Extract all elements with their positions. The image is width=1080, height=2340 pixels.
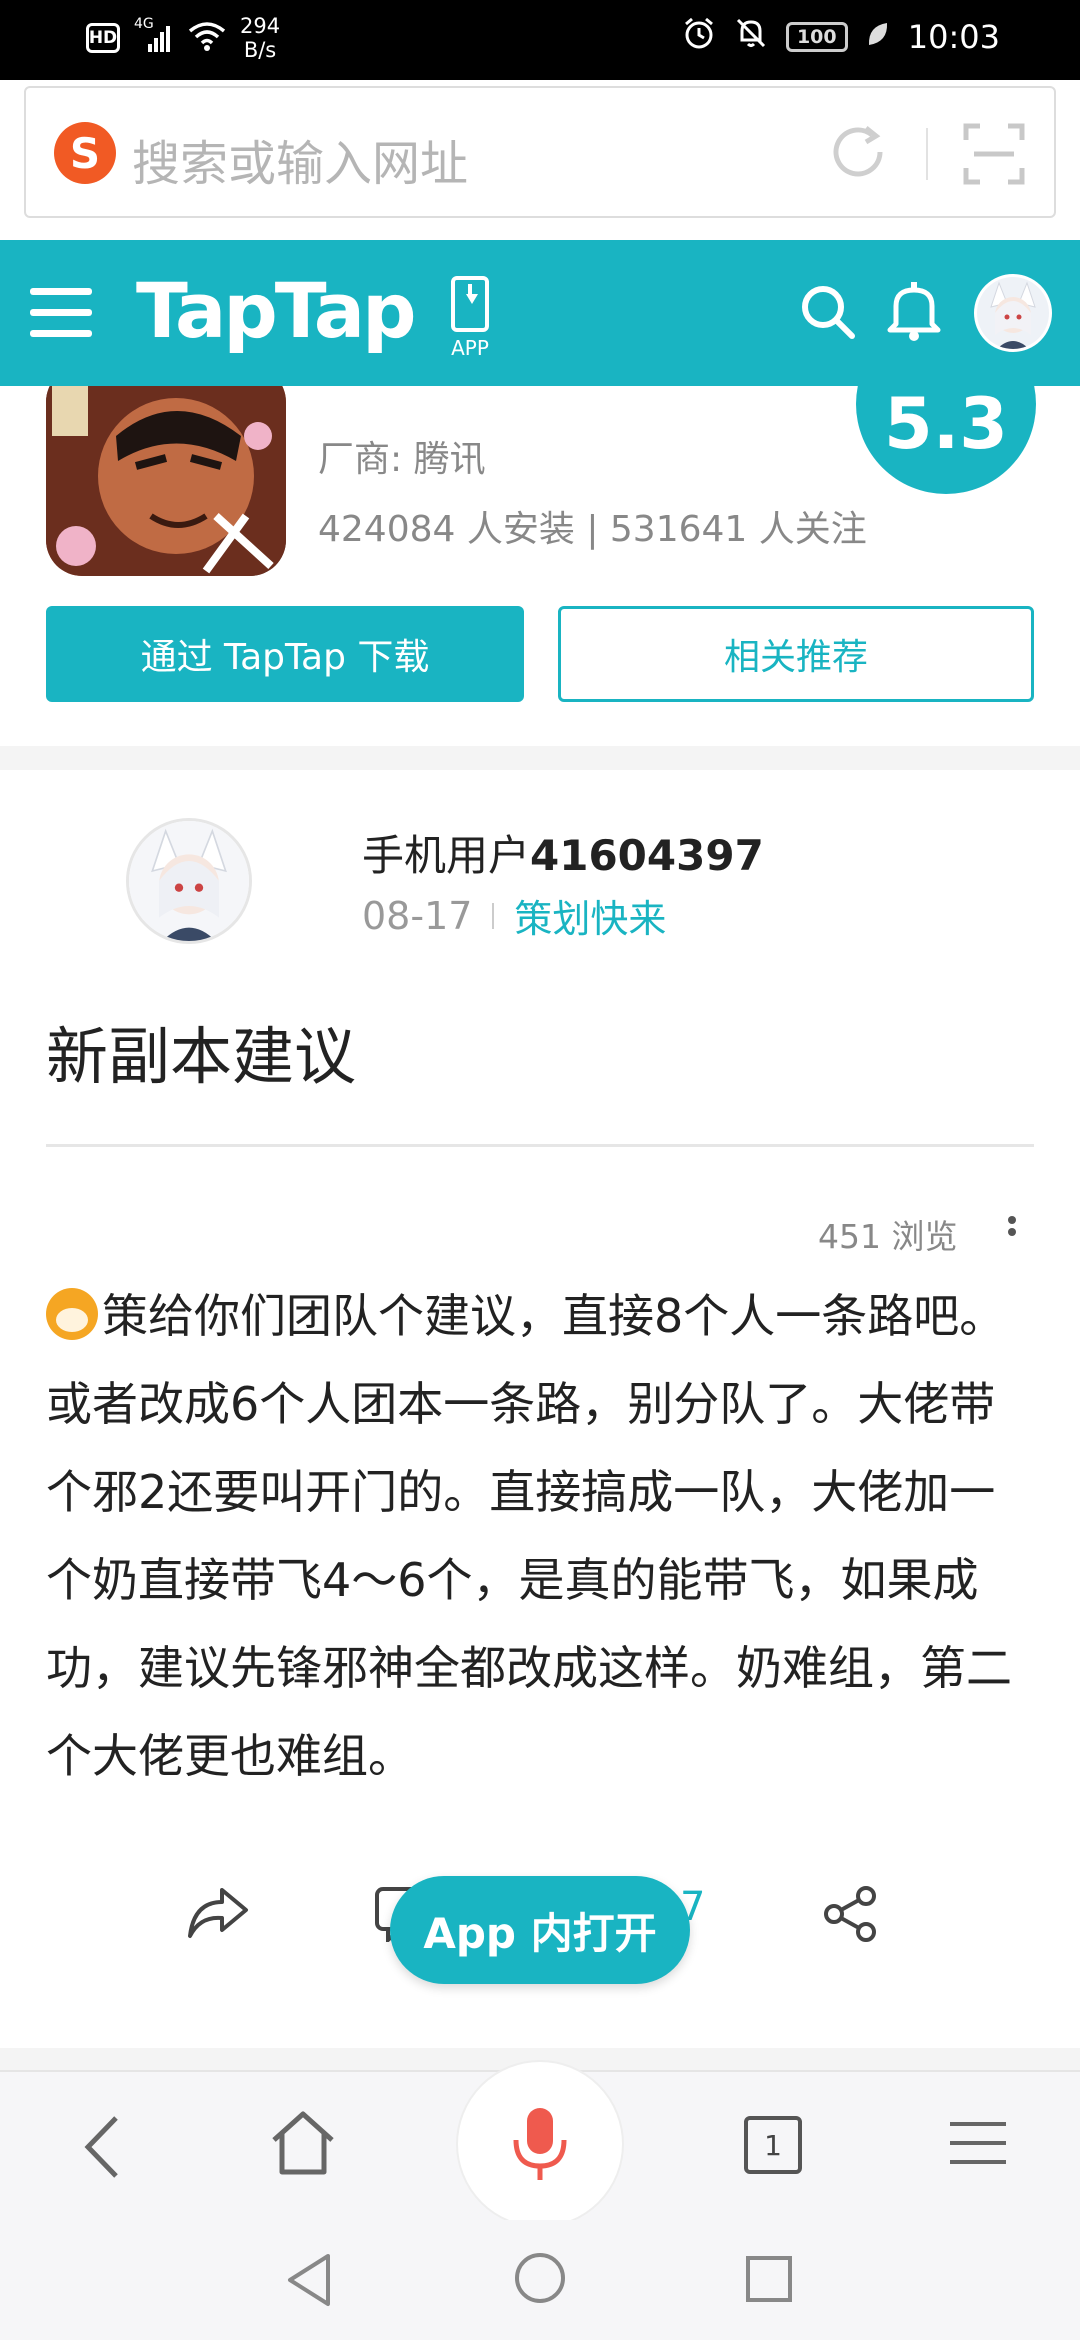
post-divider bbox=[46, 1144, 1034, 1147]
sogou-logo-icon: S bbox=[54, 122, 116, 184]
tabs-button[interactable]: 1 bbox=[744, 2116, 802, 2174]
bell-icon[interactable] bbox=[886, 280, 942, 346]
more-options-icon[interactable] bbox=[1004, 1212, 1020, 1252]
post-date: 08-17 bbox=[362, 893, 473, 938]
post-title: 新副本建议 bbox=[46, 1020, 357, 1093]
home-icon[interactable] bbox=[268, 2108, 338, 2182]
app-download-label: APP bbox=[451, 336, 489, 360]
leaf-icon bbox=[866, 18, 890, 56]
post-body: 策给你们团队个建议，直接8个人一条路吧。或者改成6个人团本一条路，别分队了。大佬… bbox=[46, 1272, 1036, 1800]
taptap-logo[interactable]: TapTap bbox=[136, 266, 416, 355]
search-icon[interactable] bbox=[798, 282, 858, 346]
related-recommend-button[interactable]: 相关推荐 bbox=[558, 606, 1034, 702]
voice-search-button[interactable] bbox=[456, 2060, 624, 2228]
nav-home-icon[interactable] bbox=[512, 2250, 568, 2310]
dog-emoji-icon bbox=[46, 1288, 98, 1340]
status-right: 100 10:03 bbox=[682, 16, 1000, 58]
page: HD 4G 294 B/s 100 10:03 S 搜索或输入网址 TapTap… bbox=[0, 0, 1080, 2340]
clock: 10:03 bbox=[907, 18, 1000, 56]
user-avatar[interactable] bbox=[974, 274, 1052, 352]
post-meta: 08-17 策划快来 bbox=[362, 888, 666, 943]
view-count: 451 浏览 bbox=[818, 1217, 958, 1256]
section-divider bbox=[0, 746, 1080, 770]
status-bar: HD 4G 294 B/s 100 10:03 bbox=[0, 0, 1080, 80]
author-avatar[interactable] bbox=[126, 818, 252, 944]
meta-separator bbox=[492, 902, 495, 929]
nav-recent-icon[interactable] bbox=[744, 2254, 794, 2308]
author-name[interactable]: 手机用户41604397 bbox=[362, 822, 764, 883]
alarm-icon bbox=[682, 16, 716, 58]
app-download-button[interactable]: APP bbox=[446, 276, 494, 360]
game-icon[interactable] bbox=[46, 386, 286, 576]
open-in-app-button[interactable]: App 内打开 bbox=[390, 1876, 690, 1984]
menu-lines-icon[interactable] bbox=[950, 2118, 1006, 2172]
address-input[interactable]: 搜索或输入网址 bbox=[132, 124, 468, 194]
menu-icon[interactable] bbox=[30, 286, 92, 344]
nav-back-icon[interactable] bbox=[284, 2252, 334, 2312]
game-stats: 424084 人安装 | 531641 人关注 bbox=[318, 509, 867, 550]
hd-icon: HD bbox=[86, 23, 120, 53]
address-bar[interactable]: S 搜索或输入网址 bbox=[24, 86, 1056, 218]
signal-icon: 4G bbox=[134, 16, 174, 54]
wifi-icon bbox=[188, 21, 226, 55]
battery-icon: 100 bbox=[785, 22, 848, 52]
microphone-icon bbox=[513, 2108, 567, 2180]
game-info: 厂商: 腾讯 424084 人安装 | 531641 人关注 5.3 通过 Ta… bbox=[0, 386, 1080, 746]
game-rating: 5.3 bbox=[856, 386, 1036, 494]
share-icon[interactable] bbox=[820, 1884, 880, 1948]
address-divider bbox=[926, 128, 928, 180]
taptap-download-button[interactable]: 通过 TapTap 下载 bbox=[46, 606, 524, 702]
forward-icon[interactable] bbox=[186, 1884, 250, 1944]
scan-icon[interactable] bbox=[962, 122, 1026, 190]
browser-toolbar: 1 bbox=[0, 2060, 1080, 2228]
system-nav-bar bbox=[0, 2220, 1080, 2340]
back-icon[interactable] bbox=[80, 2112, 124, 2186]
phone-download-icon bbox=[451, 276, 489, 332]
mute-icon bbox=[734, 16, 768, 58]
post-tag[interactable]: 策划快来 bbox=[514, 888, 666, 943]
taptap-header: TapTap APP bbox=[0, 240, 1080, 386]
post-body-text: 策给你们团队个建议，直接8个人一条路吧。或者改成6个人团本一条路，别分队了。大佬… bbox=[46, 1289, 1012, 1783]
status-left: HD 4G 294 B/s bbox=[86, 14, 280, 62]
game-vendor: 厂商: 腾讯 bbox=[318, 439, 486, 480]
net-speed: 294 B/s bbox=[240, 14, 281, 62]
reload-icon[interactable] bbox=[826, 120, 890, 188]
